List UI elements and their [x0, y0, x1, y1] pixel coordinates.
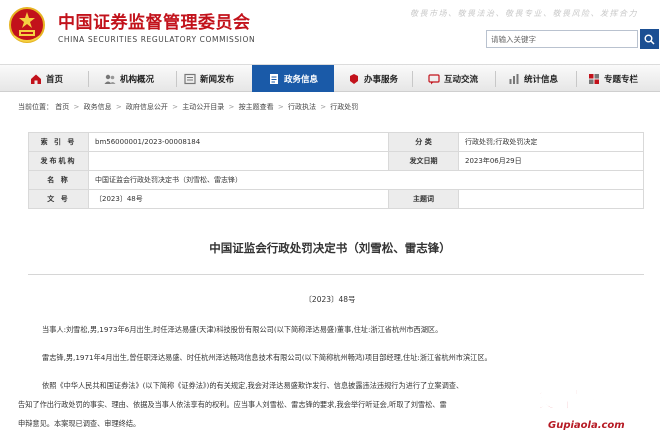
date-label: 发文日期: [388, 151, 459, 171]
table-row: 发布机构 发文日期 2023年06月29日: [28, 151, 644, 171]
issuer-label: 发布机构: [28, 151, 89, 171]
nav-item-news[interactable]: 新闻发布: [184, 65, 234, 92]
name-label: 名 称: [28, 170, 89, 190]
nav-divider: [495, 71, 496, 87]
breadcrumb-item[interactable]: 主动公开目录: [182, 103, 224, 111]
document-title: 中国证监会行政处罚决定书（刘雪松、雷志锋）: [209, 241, 451, 255]
issuer-value: [88, 151, 389, 171]
document-paragraph: 告知了作出行政处罚的事实、理由、依据及当事人依法享有的权利。应当事人刘雪松、雷志…: [18, 400, 447, 409]
search-box: [486, 30, 638, 48]
nav-item-services[interactable]: 办事服务: [348, 65, 398, 92]
nav-item-label: 政务信息: [283, 74, 318, 85]
topic-value: [458, 189, 644, 209]
breadcrumb-separator: >: [320, 103, 327, 111]
chart-icon: [509, 73, 519, 84]
breadcrumb-separator: >: [277, 103, 284, 111]
breadcrumb-item[interactable]: 首页: [55, 103, 69, 111]
category-value: 行政处罚;行政处罚决定: [458, 132, 644, 152]
breadcrumb-item[interactable]: 政务信息: [84, 103, 112, 111]
document-paragraph: 依照《中华人民共和国证券法》(以下简称《证券法》)的有关规定,我会对泽达易盛欺诈…: [42, 381, 464, 390]
name-value: 中国证监会行政处罚决定书（刘雪松、雷志锋）: [88, 170, 644, 190]
nav-item-label: 新闻发布: [200, 74, 235, 85]
nav-divider: [576, 71, 577, 87]
document-icon: [269, 73, 278, 84]
index-value: bm56000001/2023-00008184: [88, 132, 389, 152]
nav-item-label: 首页: [46, 74, 64, 85]
nav-item-home[interactable]: 首页: [30, 65, 63, 92]
nav-divider: [176, 71, 177, 87]
table-row: 文 号 〔2023〕48号 主题词: [28, 189, 644, 209]
topic-icon: [589, 73, 599, 84]
nav-item-organization[interactable]: 机构概况: [104, 65, 154, 92]
document-number: 〔2023〕48号: [304, 295, 356, 304]
nav-item-label: 互动交流: [444, 74, 479, 85]
search-icon: [644, 34, 655, 45]
site-title-english: CHINA SECURITIES REGULATORY COMMISSION: [58, 35, 256, 44]
nav-divider: [412, 71, 413, 87]
breadcrumb-item[interactable]: 行政处罚: [330, 103, 358, 111]
news-icon: [184, 73, 196, 84]
chat-icon: [428, 73, 440, 84]
index-label: 索 引 号: [28, 132, 89, 152]
table-row: 索 引 号 bm56000001/2023-00008184 分 类 行政处罚;…: [28, 132, 644, 152]
document-info-table: 索 引 号 bm56000001/2023-00008184 分 类 行政处罚;…: [28, 132, 644, 209]
site-slogan: 敬畏市场、敬畏法治、敬畏专业、敬畏风险、发挥合力: [410, 9, 638, 18]
category-label: 分 类: [388, 132, 459, 152]
nav-item-government-info[interactable]: 政务信息: [252, 65, 334, 92]
document-paragraph: 雷志锋,男,1971年4月出生,曾任职泽达易盛、时任杭州泽达畅鸿信息技术有限公司…: [42, 353, 492, 362]
national-emblem-icon: [9, 7, 45, 43]
people-icon: [104, 74, 116, 84]
search-button[interactable]: [640, 29, 659, 49]
document-paragraph: 申辩意见。本案现已调查、审理终结。: [18, 419, 141, 428]
breadcrumb-item[interactable]: 政府信息公开: [126, 103, 168, 111]
breadcrumb-item[interactable]: 行政执法: [288, 103, 316, 111]
table-row: 名 称 中国证监会行政处罚决定书（刘雪松、雷志锋）: [28, 170, 644, 190]
nav-item-label: 机构概况: [120, 74, 155, 85]
docno-label: 文 号: [28, 189, 89, 209]
breadcrumb-separator: >: [115, 103, 122, 111]
breadcrumb: 当前位置： 首页 > 政务信息 > 政府信息公开 > 主动公开目录 > 按主题查…: [18, 102, 358, 112]
watermark-text: 股票啦: [528, 383, 608, 415]
date-value: 2023年06月29日: [458, 151, 644, 171]
search-input[interactable]: [491, 33, 619, 46]
nav-item-label: 办事服务: [364, 74, 399, 85]
site-title: 中国证券监督管理委员会: [58, 13, 251, 33]
watermark-url: Gupiaola.com: [548, 420, 625, 431]
topic-label: 主题词: [388, 189, 459, 209]
document-paragraph: 当事人:刘雪松,男,1973年6月出生,时任泽达易盛(天津)科技股份有限公司(以…: [42, 325, 443, 334]
site-header: 中国证券监督管理委员会 CHINA SECURITIES REGULATORY …: [0, 0, 660, 62]
nav-item-interaction[interactable]: 互动交流: [428, 65, 478, 92]
nav-divider: [88, 71, 89, 87]
nav-item-label: 统计信息: [524, 74, 559, 85]
nav-item-statistics[interactable]: 统计信息: [508, 65, 558, 92]
nav-item-topics[interactable]: 专题专栏: [588, 65, 638, 92]
divider: [28, 274, 644, 275]
docno-value: 〔2023〕48号: [88, 189, 389, 209]
nav-item-label: 专题专栏: [604, 74, 639, 85]
breadcrumb-separator: >: [73, 103, 80, 111]
home-icon: [31, 74, 41, 84]
breadcrumb-separator: >: [228, 103, 235, 111]
watermark-logo: 股票啦 Gupiaola.com: [528, 374, 660, 439]
service-icon: [350, 73, 358, 84]
main-nav: 首页 机构概况 新闻发布 政务信息 办事服务 互动交流 统计信息 专题专栏: [0, 64, 660, 92]
breadcrumb-separator: >: [172, 103, 179, 111]
breadcrumb-prefix: 当前位置：: [18, 103, 53, 111]
breadcrumb-item[interactable]: 按主题查看: [239, 103, 274, 111]
